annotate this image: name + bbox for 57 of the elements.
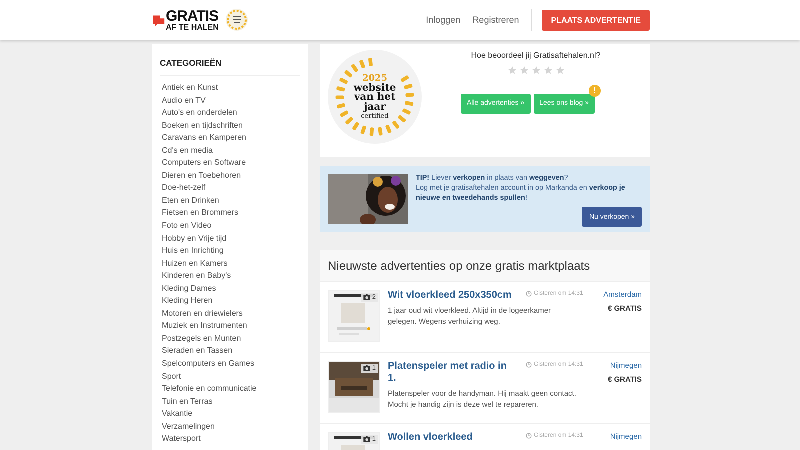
award-title: website van het jaar xyxy=(352,84,398,112)
category-link[interactable]: Muziek en Instrumenten xyxy=(160,320,300,333)
place-ad-button[interactable]: PLAATS ADVERTENTIE xyxy=(542,10,650,30)
award-badge-icon xyxy=(224,8,249,32)
rating-question: Hoe beoordeel jij Gratisaftehalen.nl? xyxy=(471,51,601,60)
category-link[interactable]: Spelcomputers en Games xyxy=(160,358,300,371)
category-link[interactable]: Fietsen en Brommers xyxy=(160,207,300,220)
category-link[interactable]: Dieren en Toebehoren xyxy=(160,170,300,182)
clock-icon xyxy=(526,362,532,368)
category-link[interactable]: Computers en Software xyxy=(160,157,300,170)
category-link[interactable]: Sport xyxy=(160,370,300,384)
star-icon[interactable] xyxy=(508,66,516,75)
listing-title[interactable]: Wollen vloerkleed xyxy=(388,432,518,444)
camera-icon xyxy=(363,365,372,372)
category-link[interactable]: Boeken en tijdschriften xyxy=(160,120,300,132)
logo-title: GRATIS xyxy=(166,8,219,24)
category-link[interactable]: Verzamelingen xyxy=(160,420,300,434)
category-link[interactable]: Kleding Heren xyxy=(160,295,300,308)
category-link[interactable]: Auto's en onderdelen xyxy=(160,107,300,120)
category-link[interactable]: Vakantie xyxy=(160,408,300,421)
listing-title[interactable]: Platenspeler met radio in 1. xyxy=(388,361,518,385)
category-link[interactable]: Watersport xyxy=(160,433,300,446)
clock-icon xyxy=(526,433,532,439)
category-link[interactable]: Motoren en driewielers xyxy=(160,308,300,320)
alert-badge: ! xyxy=(589,85,602,97)
section-heading: Nieuwste advertenties op onze gratis marktplaats xyxy=(320,250,650,282)
category-link[interactable]: Kleding Dames xyxy=(160,282,300,296)
listing-title[interactable]: Wit vloerkleed 250x350cm xyxy=(388,290,518,302)
category-link[interactable]: Kinderen en Baby's xyxy=(160,270,300,283)
category-link[interactable]: Doe-het-zelf xyxy=(160,182,300,195)
category-link[interactable]: Antiek en Kunst xyxy=(160,82,300,95)
category-link[interactable]: Caravans en Kamperen xyxy=(160,132,300,145)
category-link[interactable]: Huizen en Kamers xyxy=(160,258,300,270)
category-link[interactable]: Foto en Video xyxy=(160,220,300,233)
star-icon[interactable] xyxy=(544,66,552,75)
logo-subtitle: AF TE HALEN xyxy=(166,24,219,32)
camera-icon xyxy=(363,436,372,443)
nav-link[interactable]: Registreren xyxy=(472,15,520,25)
category-link[interactable]: Tuin en Terras xyxy=(160,396,300,408)
star-icon[interactable] xyxy=(520,66,528,75)
category-link[interactable]: Hobby en Vrije tijd xyxy=(160,232,300,246)
clock-icon xyxy=(526,291,532,297)
category-link[interactable]: Sieraden en Tassen xyxy=(160,345,300,358)
star-rating[interactable] xyxy=(508,66,564,75)
camera-icon xyxy=(363,294,372,301)
category-link[interactable]: Huis en Inrichting xyxy=(160,245,300,258)
logo[interactable]: GRATIS AF TE HALEN xyxy=(152,8,219,32)
nav-link[interactable]: Inloggen xyxy=(426,15,461,25)
star-icon[interactable] xyxy=(532,66,540,75)
category-link[interactable]: Audio en TV xyxy=(160,94,300,108)
star-icon[interactable] xyxy=(556,66,564,75)
category-link[interactable]: Telefonie en communicatie xyxy=(160,383,300,396)
sidebar-title: CATEGORIEËN xyxy=(160,58,223,70)
category-link[interactable]: Cd's en media xyxy=(160,144,300,158)
category-link[interactable]: Eten en Drinken xyxy=(160,194,300,208)
category-link[interactable]: Postzegels en Munten xyxy=(160,332,300,346)
award-year: 2025 xyxy=(362,74,388,84)
